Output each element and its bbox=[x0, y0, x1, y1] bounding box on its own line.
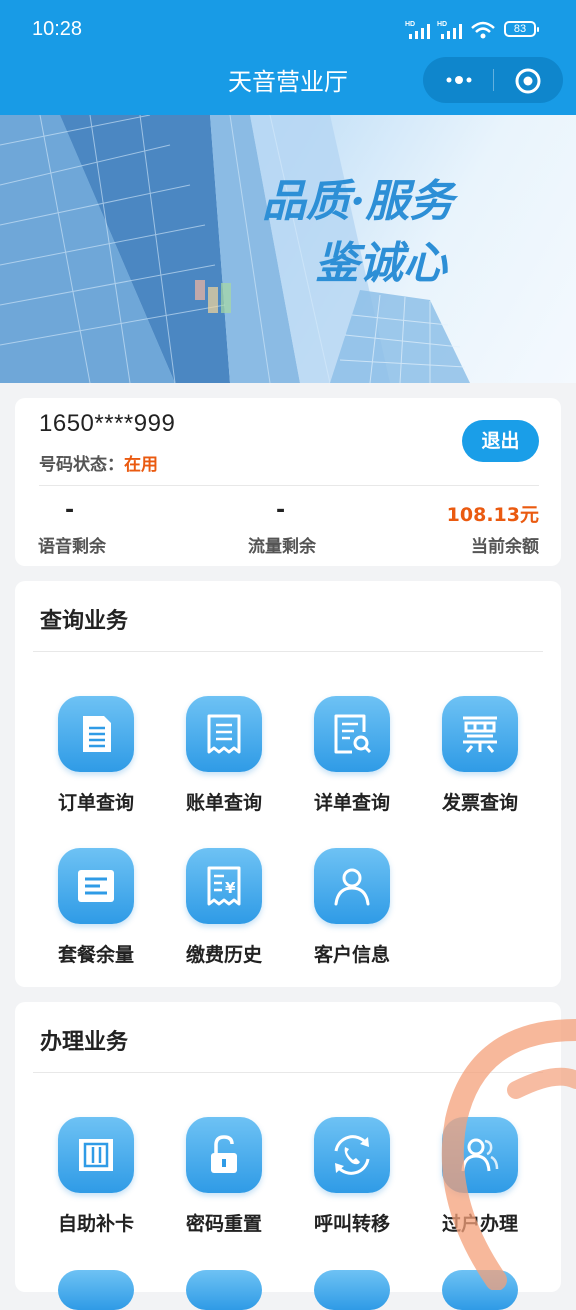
voice-remaining-label: 语音剩余 bbox=[38, 537, 106, 557]
capsule-divider bbox=[493, 69, 494, 91]
data-remaining-value: - bbox=[276, 498, 286, 523]
payment-receipt-icon: ¥ bbox=[186, 848, 262, 924]
transfer-user-icon bbox=[442, 1117, 518, 1193]
handle-services-card: 办理业务 自助补卡 密码重置 呼叫转移 过户办理 bbox=[15, 1002, 561, 1292]
building-illustration bbox=[0, 115, 470, 383]
self-card-replacement-label: 自助补卡 bbox=[57, 1213, 134, 1235]
detail-query-item[interactable]: 详单查询 bbox=[288, 696, 416, 815]
invoice-query-label: 发票查询 bbox=[441, 792, 518, 814]
account-card: 1650****999 号码状态：在用 退出 - 语音剩余 - 流量剩余 108… bbox=[15, 398, 561, 566]
banner-slogan-line1: 品质·服务 bbox=[262, 176, 454, 227]
ownership-transfer-label: 过户办理 bbox=[441, 1213, 518, 1235]
user-icon bbox=[314, 848, 390, 924]
next-row-icon-2[interactable] bbox=[186, 1270, 262, 1310]
next-row-icon-1[interactable] bbox=[58, 1270, 134, 1310]
password-reset-label: 密码重置 bbox=[185, 1213, 262, 1235]
document-icon bbox=[58, 696, 134, 772]
status-time: 10:28 bbox=[32, 18, 83, 40]
mini-program-capsule bbox=[423, 57, 563, 103]
call-forwarding-label: 呼叫转移 bbox=[313, 1213, 390, 1235]
next-row-icon-4[interactable] bbox=[442, 1270, 518, 1310]
more-icon[interactable] bbox=[443, 70, 475, 90]
search-document-icon bbox=[314, 696, 390, 772]
call-forward-icon bbox=[314, 1117, 390, 1193]
customer-info-label: 客户信息 bbox=[313, 944, 390, 966]
password-reset-item[interactable]: 密码重置 bbox=[160, 1117, 288, 1236]
signal-2-icon: HD bbox=[437, 21, 462, 39]
svg-text:HD: HD bbox=[437, 21, 447, 28]
promo-banner[interactable]: 品质·服务 鉴诚心 bbox=[0, 115, 576, 383]
balance-value: 108.13元 bbox=[446, 504, 539, 526]
detail-query-label: 详单查询 bbox=[313, 792, 390, 814]
logout-button[interactable]: 退出 bbox=[462, 420, 539, 462]
banner-slogan-line2: 鉴诚心 bbox=[315, 238, 447, 289]
next-row-icon-3[interactable] bbox=[314, 1270, 390, 1310]
self-card-replacement-item[interactable]: 自助补卡 bbox=[32, 1117, 160, 1236]
ownership-transfer-item[interactable]: 过户办理 bbox=[416, 1117, 544, 1236]
signal-icon: HD bbox=[405, 21, 430, 39]
bill-query-label: 账单查询 bbox=[185, 792, 262, 814]
package-balance-item[interactable]: 套餐余量 bbox=[32, 848, 160, 967]
balance-label: 当前余额 bbox=[471, 537, 539, 557]
payment-history-item[interactable]: ¥ 缴费历史 bbox=[160, 848, 288, 967]
handle-section-title: 办理业务 bbox=[40, 1030, 129, 1055]
unlock-icon bbox=[186, 1117, 262, 1193]
svg-text:HD: HD bbox=[405, 21, 415, 28]
phone-number: 1650****999 bbox=[39, 410, 176, 437]
battery-icon: 83 bbox=[504, 21, 539, 37]
query-services-card: 查询业务 订单查询 账单查询 详单查询 发票查询 套餐余量 ¥ 缴费历史 客户信… bbox=[15, 581, 561, 987]
invoice-query-item[interactable]: 发票查询 bbox=[416, 696, 544, 815]
call-forwarding-item[interactable]: 呼叫转移 bbox=[288, 1117, 416, 1236]
payment-history-label: 缴费历史 bbox=[185, 944, 262, 966]
svg-text:¥: ¥ bbox=[225, 879, 236, 897]
section-divider bbox=[33, 1072, 543, 1073]
order-query-item[interactable]: 订单查询 bbox=[32, 696, 160, 815]
invoice-icon bbox=[442, 696, 518, 772]
number-status: 号码状态：在用 bbox=[39, 450, 158, 475]
voice-remaining-value: - bbox=[65, 498, 75, 523]
close-mini-program-icon[interactable] bbox=[514, 67, 542, 95]
package-balance-label: 套餐余量 bbox=[57, 944, 134, 966]
wifi-icon bbox=[471, 21, 495, 39]
number-status-label: 号码状态： bbox=[39, 455, 124, 475]
query-section-title: 查询业务 bbox=[40, 609, 129, 634]
divider bbox=[39, 485, 539, 486]
order-query-label: 订单查询 bbox=[57, 792, 134, 814]
number-status-value: 在用 bbox=[124, 455, 158, 475]
customer-info-item[interactable]: 客户信息 bbox=[288, 848, 416, 967]
data-remaining-label: 流量剩余 bbox=[248, 537, 316, 557]
receipt-icon bbox=[186, 696, 262, 772]
section-divider bbox=[33, 651, 543, 652]
package-icon bbox=[58, 848, 134, 924]
bill-query-item[interactable]: 账单查询 bbox=[160, 696, 288, 815]
sim-card-icon bbox=[58, 1117, 134, 1193]
top-bar: 10:28 HD HD 83 天音营业厅 bbox=[0, 0, 576, 115]
